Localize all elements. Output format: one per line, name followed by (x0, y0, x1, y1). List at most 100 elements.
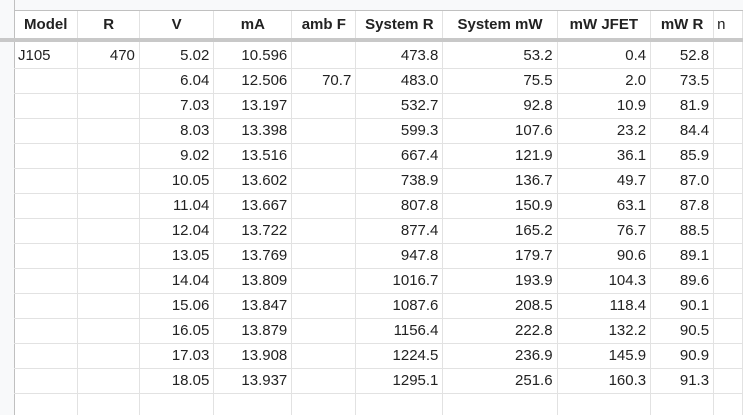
table-cell[interactable]: 251.6 (442, 368, 558, 394)
table-cell[interactable]: 91.3 (650, 368, 715, 394)
table-cell[interactable]: 1087.6 (355, 293, 444, 319)
table-cell[interactable] (14, 143, 79, 169)
table-cell[interactable]: J105 (14, 38, 79, 69)
table-cell[interactable]: 63.1 (557, 193, 652, 219)
table-cell[interactable] (291, 143, 357, 169)
table-cell[interactable] (77, 368, 140, 394)
table-cell[interactable]: 16.05 (139, 318, 215, 344)
column-header-cell[interactable]: mW R (650, 11, 715, 39)
table-cell[interactable]: 14.04 (139, 268, 215, 294)
table-cell[interactable]: 13.398 (213, 118, 293, 144)
column-header-cell[interactable]: Model (14, 11, 79, 39)
table-cell[interactable]: 12.506 (213, 68, 293, 94)
column-header-cell[interactable]: mA (213, 11, 293, 39)
table-cell[interactable]: 118.4 (557, 293, 652, 319)
column-header-cell[interactable]: amb F (291, 11, 357, 39)
table-cell[interactable] (291, 368, 357, 394)
table-cell[interactable] (713, 143, 743, 169)
table-cell[interactable] (713, 38, 743, 69)
table-cell[interactable]: 1156.4 (355, 318, 444, 344)
table-cell[interactable] (291, 38, 357, 69)
table-cell[interactable] (77, 118, 140, 144)
table-cell[interactable] (14, 118, 79, 144)
table-cell[interactable] (291, 168, 357, 194)
table-cell[interactable] (14, 93, 79, 119)
table-cell[interactable] (77, 268, 140, 294)
table-cell[interactable] (14, 218, 79, 244)
table-cell[interactable] (14, 318, 79, 344)
table-cell[interactable]: 208.5 (442, 293, 558, 319)
table-cell[interactable] (713, 218, 743, 244)
table-cell[interactable]: 160.3 (557, 368, 652, 394)
table-cell[interactable]: 52.8 (650, 38, 715, 69)
table-cell[interactable]: 121.9 (442, 143, 558, 169)
table-cell[interactable] (139, 393, 215, 415)
table-cell[interactable]: 13.908 (213, 343, 293, 369)
column-header-cell[interactable]: V (139, 11, 215, 39)
table-cell[interactable]: 87.8 (650, 193, 715, 219)
table-cell[interactable]: 145.9 (557, 343, 652, 369)
column-header-bar[interactable] (0, 0, 743, 11)
table-cell[interactable] (14, 168, 79, 194)
table-cell[interactable] (713, 168, 743, 194)
table-cell[interactable]: 87.0 (650, 168, 715, 194)
table-cell[interactable] (713, 368, 743, 394)
table-cell[interactable] (291, 343, 357, 369)
table-cell[interactable] (14, 193, 79, 219)
table-cell[interactable]: 0.4 (557, 38, 652, 69)
table-cell[interactable]: 13.602 (213, 168, 293, 194)
table-cell[interactable] (291, 268, 357, 294)
table-cell[interactable] (291, 193, 357, 219)
table-cell[interactable]: 807.8 (355, 193, 444, 219)
table-cell[interactable]: 10.9 (557, 93, 652, 119)
table-cell[interactable]: 2.0 (557, 68, 652, 94)
table-cell[interactable]: 15.06 (139, 293, 215, 319)
table-cell[interactable] (713, 93, 743, 119)
table-cell[interactable] (713, 68, 743, 94)
table-cell[interactable]: 599.3 (355, 118, 444, 144)
column-header-cell[interactable]: System R (355, 11, 444, 39)
table-cell[interactable]: 92.8 (442, 93, 558, 119)
table-cell[interactable]: 738.9 (355, 168, 444, 194)
table-cell[interactable] (14, 68, 79, 94)
table-cell[interactable]: 132.2 (557, 318, 652, 344)
table-cell[interactable] (213, 393, 293, 415)
row-header-bar[interactable] (0, 0, 15, 415)
table-cell[interactable]: 75.5 (442, 68, 558, 94)
table-cell[interactable] (355, 393, 444, 415)
table-cell[interactable]: 136.7 (442, 168, 558, 194)
table-cell[interactable]: 5.02 (139, 38, 215, 69)
table-cell[interactable]: 104.3 (557, 268, 652, 294)
table-cell[interactable]: 13.937 (213, 368, 293, 394)
table-cell[interactable]: 1224.5 (355, 343, 444, 369)
table-cell[interactable] (77, 243, 140, 269)
table-cell[interactable]: 667.4 (355, 143, 444, 169)
table-cell[interactable]: 88.5 (650, 218, 715, 244)
table-cell[interactable]: 13.879 (213, 318, 293, 344)
table-cell[interactable]: 7.03 (139, 93, 215, 119)
table-cell[interactable]: 89.6 (650, 268, 715, 294)
table-cell[interactable]: 1295.1 (355, 368, 444, 394)
table-cell[interactable] (77, 393, 140, 415)
table-cell[interactable] (14, 268, 79, 294)
table-cell[interactable] (77, 68, 140, 94)
table-cell[interactable]: 81.9 (650, 93, 715, 119)
column-header-cell[interactable]: n (713, 11, 743, 39)
table-cell[interactable]: 1016.7 (355, 268, 444, 294)
table-cell[interactable] (557, 393, 652, 415)
table-cell[interactable] (14, 368, 79, 394)
table-cell[interactable] (713, 343, 743, 369)
table-cell[interactable] (713, 268, 743, 294)
table-cell[interactable] (291, 243, 357, 269)
table-cell[interactable]: 76.7 (557, 218, 652, 244)
table-cell[interactable] (713, 243, 743, 269)
table-cell[interactable]: 13.722 (213, 218, 293, 244)
column-header-cell[interactable]: R (77, 11, 140, 39)
table-cell[interactable] (77, 218, 140, 244)
table-cell[interactable] (14, 243, 79, 269)
table-cell[interactable]: 70.7 (291, 68, 357, 94)
table-cell[interactable] (14, 393, 79, 415)
table-cell[interactable] (291, 118, 357, 144)
table-cell[interactable] (14, 293, 79, 319)
table-cell[interactable] (713, 293, 743, 319)
